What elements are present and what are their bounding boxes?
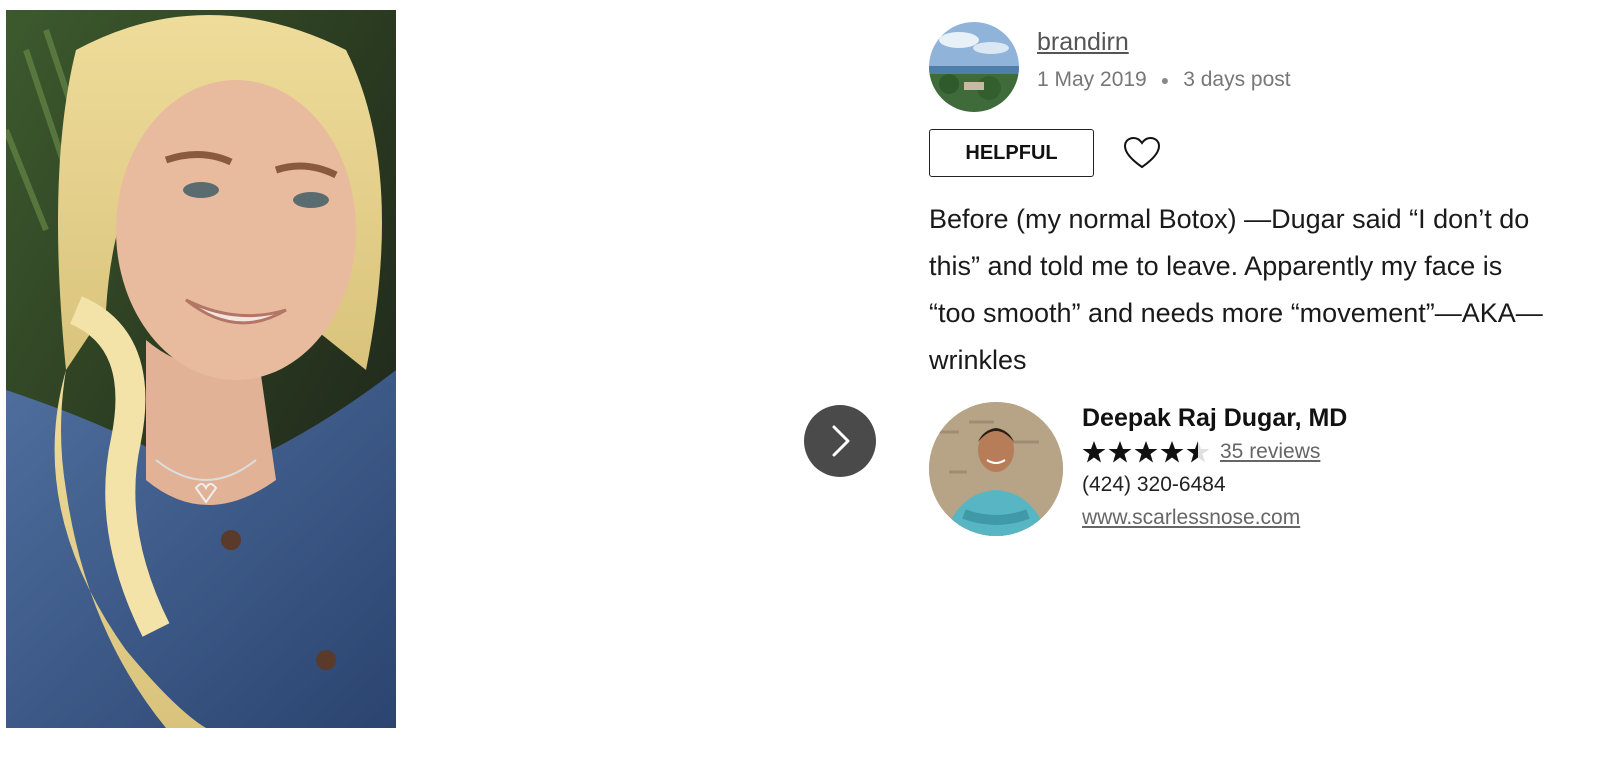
star-icon: [1082, 441, 1106, 463]
next-photo-button[interactable]: [804, 405, 876, 477]
review-photo: [6, 10, 396, 728]
review-meta: 1 May 2019 ● 3 days post: [1037, 68, 1291, 92]
doctor-website-link[interactable]: www.scarlessnose.com: [1082, 506, 1300, 530]
review-body-line: wrinkles: [929, 345, 1027, 375]
review-body-line: “too smooth” and needs more “movement”—A…: [929, 298, 1543, 328]
doctor-rating: 35 reviews: [1082, 440, 1320, 464]
like-button[interactable]: [1123, 136, 1161, 175]
review-relative-time: 3 days post: [1183, 68, 1291, 91]
star-icon: [1134, 441, 1158, 463]
review-body: Before (my normal Botox) —Dugar said “I …: [929, 196, 1597, 384]
heart-outline-icon: [1123, 136, 1161, 169]
reviews-count-link[interactable]: 35 reviews: [1220, 440, 1320, 464]
review-body-line: Before (my normal Botox) —Dugar said “I …: [929, 204, 1530, 234]
separator-dot: ●: [1160, 72, 1170, 88]
star-icon: [1108, 441, 1132, 463]
review-date: 1 May 2019: [1037, 68, 1147, 91]
star-icon: [1186, 441, 1210, 463]
doctor-avatar[interactable]: [929, 402, 1063, 536]
star-icon: [1160, 441, 1184, 463]
reviewer-avatar[interactable]: [929, 22, 1019, 112]
star-rating: [1082, 440, 1212, 464]
chevron-right-icon: [832, 425, 850, 457]
doctor-name[interactable]: Deepak Raj Dugar, MD: [1082, 404, 1347, 433]
helpful-button[interactable]: HELPFUL: [929, 129, 1094, 177]
review-body-line: this” and told me to leave. Apparently m…: [929, 251, 1503, 281]
reviewer-name-link[interactable]: brandirn: [1037, 28, 1129, 57]
doctor-phone[interactable]: (424) 320-6484: [1082, 473, 1226, 497]
